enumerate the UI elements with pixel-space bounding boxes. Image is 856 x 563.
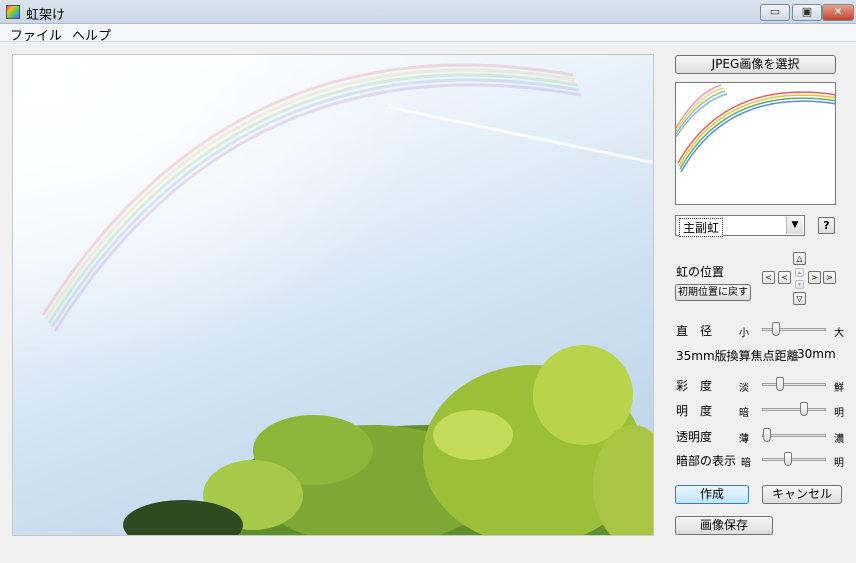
chevron-down-icon[interactable]: ▼: [786, 217, 803, 234]
photo-preview-canvas[interactable]: [12, 54, 654, 536]
menu-help[interactable]: ヘルプ: [72, 25, 111, 44]
dark-display-slider[interactable]: [762, 452, 826, 466]
saturation-slider-thumb[interactable]: [775, 377, 784, 391]
fine-up-button[interactable]: ▴: [795, 268, 804, 277]
title-bar: 虹架け ▭ ▣ ✕: [0, 0, 856, 24]
save-image-button[interactable]: 画像保存: [675, 516, 773, 535]
fine-left-button[interactable]: <: [778, 271, 791, 284]
fine-down-button[interactable]: ▾: [795, 280, 804, 289]
brightness-max-label: 明: [834, 408, 844, 419]
transparency-min-label: 薄: [739, 434, 749, 445]
fine-right-button[interactable]: >: [808, 271, 821, 284]
create-button[interactable]: 作成: [675, 485, 749, 504]
saturation-slider[interactable]: [762, 377, 826, 391]
close-button[interactable]: ✕: [822, 4, 854, 21]
move-left-button[interactable]: <: [762, 271, 775, 284]
diameter-max-label: 大: [834, 328, 844, 339]
rainbow-type-value: 主副虹: [679, 218, 724, 237]
diameter-slider-thumb[interactable]: [772, 322, 781, 336]
cancel-button[interactable]: キャンセル: [762, 485, 842, 504]
diameter-min-label: 小: [739, 328, 749, 339]
transparency-max-label: 濃: [834, 434, 844, 445]
move-right-button[interactable]: >: [823, 271, 836, 284]
dark-display-slider-thumb[interactable]: [783, 452, 792, 466]
focal-length-label: 35mm版換算焦点距離: [676, 349, 799, 363]
saturation-max-label: 鮮: [834, 383, 844, 394]
help-button[interactable]: ?: [818, 217, 835, 234]
transparency-slider-thumb[interactable]: [763, 428, 772, 442]
menu-file[interactable]: ファイル: [10, 25, 62, 44]
diameter-label: 直 径: [676, 324, 713, 338]
rainbow-preview-art: [676, 84, 835, 173]
diameter-slider[interactable]: [762, 322, 826, 336]
rainbow-type-select[interactable]: 主副虹 ▼: [675, 215, 805, 237]
brightness-slider[interactable]: [762, 402, 826, 416]
dark-display-max-label: 明: [834, 458, 844, 469]
brightness-slider-thumb[interactable]: [800, 402, 809, 416]
photo-scene: [13, 55, 653, 535]
brightness-min-label: 暗: [739, 408, 749, 419]
transparency-label: 透明度: [676, 430, 713, 444]
menu-bar: ファイル ヘルプ: [0, 24, 856, 44]
move-up-button[interactable]: △: [793, 252, 806, 265]
maximize-button[interactable]: ▣: [792, 4, 822, 21]
brightness-label: 明 度: [676, 404, 713, 418]
rainbow-preview: [675, 82, 836, 205]
transparency-slider[interactable]: [762, 428, 826, 442]
dark-display-min-label: 暗: [741, 458, 751, 469]
window-title: 虹架け: [26, 8, 66, 23]
focal-length-value: 30mm: [797, 347, 836, 361]
saturation-min-label: 淡: [739, 383, 749, 394]
select-jpeg-button[interactable]: JPEG画像を選択: [675, 55, 836, 74]
rainbow-position-label: 虹の位置: [676, 265, 725, 279]
minimize-button[interactable]: ▭: [760, 4, 790, 21]
reset-position-button[interactable]: 初期位置に戻す: [675, 284, 751, 301]
app-icon: [6, 5, 20, 19]
dark-display-label: 暗部の表示: [676, 454, 737, 468]
saturation-label: 彩 度: [676, 379, 713, 393]
move-down-button[interactable]: ▽: [793, 292, 806, 305]
